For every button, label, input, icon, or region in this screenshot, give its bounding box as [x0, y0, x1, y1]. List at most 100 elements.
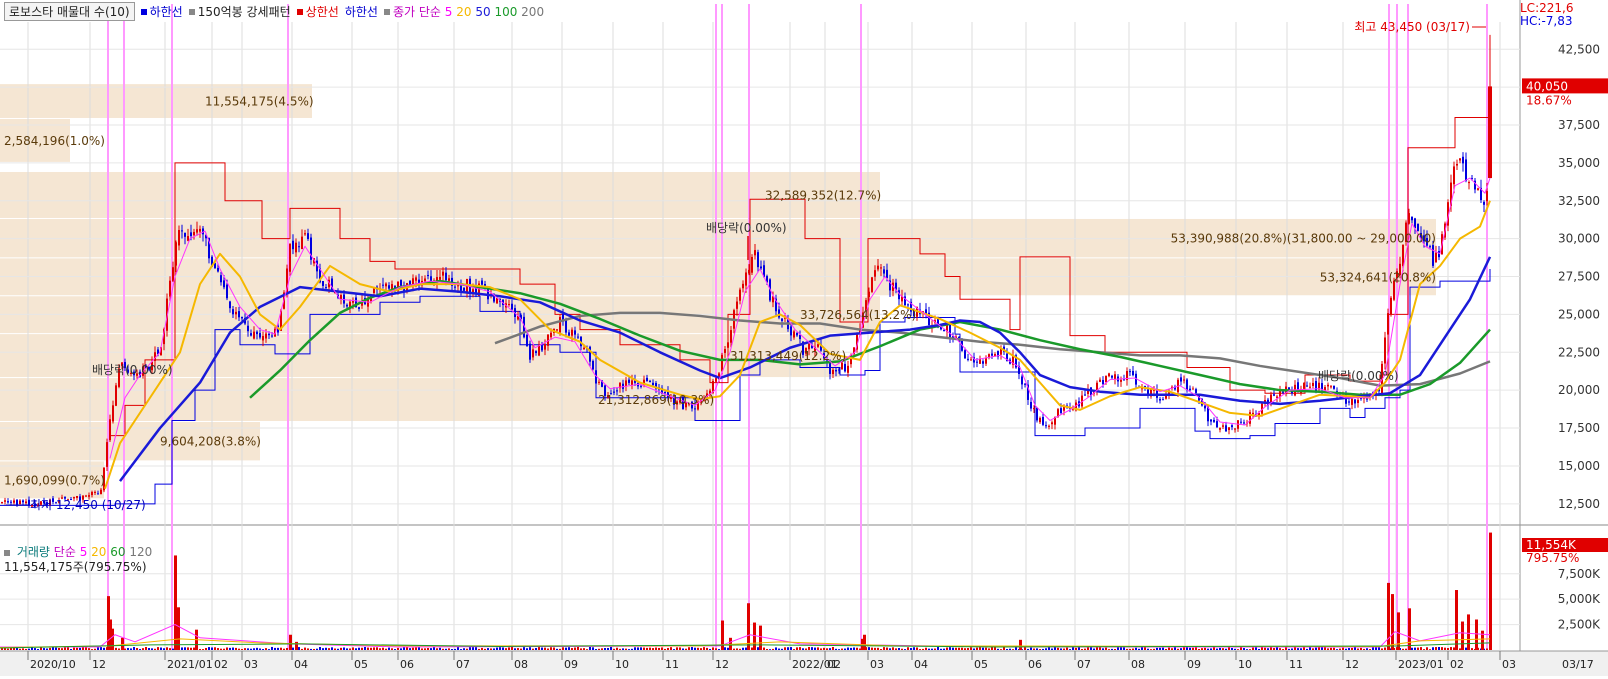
- volume-bar: [1015, 647, 1017, 650]
- volume-bar: [1174, 647, 1176, 650]
- volume-bar: [814, 647, 816, 650]
- candle-body: [247, 325, 249, 332]
- volume-bar: [367, 647, 369, 650]
- candle-body: [7, 501, 9, 503]
- chart-title-button[interactable]: 로보스타 매물대 수(10): [4, 1, 135, 21]
- candle-body: [730, 330, 732, 343]
- legend-upper-line[interactable]: 상한선: [296, 3, 339, 20]
- candle-body: [439, 276, 441, 280]
- volume-bar: [247, 648, 249, 650]
- volume-bar: [115, 647, 117, 650]
- hc-label: HC:-7,83: [1520, 14, 1573, 28]
- volume-bar: [544, 647, 546, 650]
- volume-bar: [1246, 649, 1248, 650]
- volume-bar: [976, 647, 978, 650]
- current-volume-label: 11,554K: [1526, 538, 1577, 552]
- price-tick-label: 25,000: [1558, 307, 1600, 321]
- volume-bar: [376, 647, 378, 650]
- volume-bar: [541, 647, 543, 650]
- legend-lower-line-2[interactable]: 하한선: [345, 3, 378, 20]
- volume-bar: [559, 648, 561, 650]
- volume-bar: [808, 646, 810, 650]
- date-tick-label: 02: [827, 658, 841, 671]
- volume-bar: [388, 647, 390, 650]
- candle-body: [304, 233, 306, 235]
- legend-strong-pattern[interactable]: 150억봉 강세패턴: [188, 3, 291, 20]
- volume-bar: [301, 648, 303, 650]
- volume-bar: [1261, 647, 1263, 650]
- volume-bar: [1429, 649, 1431, 650]
- candle-body: [235, 311, 237, 315]
- volume-bar: [982, 647, 984, 650]
- candle-body: [493, 296, 495, 302]
- volume-bar: [979, 647, 981, 650]
- candle-body: [631, 380, 633, 385]
- volume-bar: [451, 649, 453, 650]
- volume-bar: [127, 647, 129, 650]
- volume-bar: [892, 647, 894, 650]
- volume-bar: [1372, 647, 1374, 650]
- volume-bar: [19, 648, 21, 650]
- volume-bar: [34, 648, 36, 650]
- candle-body: [1195, 389, 1197, 393]
- volume-bar: [1030, 647, 1032, 650]
- volume-bar: [1057, 647, 1059, 650]
- volume-bar: [1060, 648, 1062, 650]
- candle-body: [1225, 425, 1227, 432]
- candle-body: [1021, 376, 1023, 385]
- volume-bar: [700, 648, 702, 650]
- volume-bar: [403, 647, 405, 650]
- volume-bar: [1455, 590, 1458, 650]
- candle-body: [796, 332, 798, 336]
- volume-bar: [529, 647, 531, 650]
- legend-ma[interactable]: 종가 단순 5 20 50 100 200: [383, 3, 544, 20]
- volume-bar: [1192, 647, 1194, 650]
- volume-bar: [214, 647, 216, 650]
- candle-body: [1192, 388, 1194, 390]
- candle-body: [1039, 417, 1041, 423]
- volume-bar: [190, 647, 192, 650]
- legend-lower-line-1[interactable]: 하한선: [140, 3, 183, 20]
- volume-bar: [1438, 646, 1440, 650]
- volume-bar: [415, 647, 417, 650]
- candle-body: [652, 382, 654, 386]
- date-tick-label: 08: [514, 658, 528, 671]
- volume-tick-label: 7,500K: [1558, 567, 1601, 581]
- candle-body: [754, 250, 756, 256]
- volume-bar: [619, 648, 621, 650]
- volume-bar: [424, 648, 426, 650]
- volume-legend-label[interactable]: 거래량: [17, 545, 50, 559]
- legend-upper-line-label: 상한선: [305, 4, 339, 19]
- candle-body: [1129, 371, 1131, 373]
- candle-body: [1102, 379, 1104, 385]
- volume-bar: [475, 647, 477, 650]
- volume-bar: [139, 648, 141, 650]
- candle-body: [1417, 223, 1419, 232]
- volume-bar: [205, 647, 207, 650]
- date-tick-label: 2023/01: [1398, 658, 1444, 671]
- volume-bar: [331, 647, 333, 650]
- volume-bar: [1180, 648, 1182, 650]
- volume-bar: [1423, 649, 1425, 650]
- volume-bar: [649, 647, 651, 650]
- volume-bar: [22, 648, 24, 650]
- candle-body: [1213, 419, 1215, 422]
- volume-bar: [163, 648, 165, 650]
- candle-body: [19, 500, 21, 504]
- candle-body: [298, 246, 300, 248]
- volume-bar: [412, 647, 414, 650]
- volume-bar: [1207, 648, 1209, 650]
- volume-bar: [256, 647, 258, 650]
- volume-bar: [1481, 630, 1484, 650]
- volume-bar: [664, 648, 666, 650]
- volume-bar: [571, 648, 573, 650]
- candle-body: [340, 295, 342, 300]
- candle-body: [883, 269, 885, 274]
- volume-bar: [1153, 648, 1155, 650]
- volume-bar: [1255, 647, 1257, 650]
- volume-bar: [1405, 648, 1407, 650]
- date-tick-label: 05: [354, 658, 368, 671]
- candle-body: [1042, 416, 1044, 425]
- candle-body: [829, 362, 831, 374]
- volume-bar: [1222, 648, 1224, 650]
